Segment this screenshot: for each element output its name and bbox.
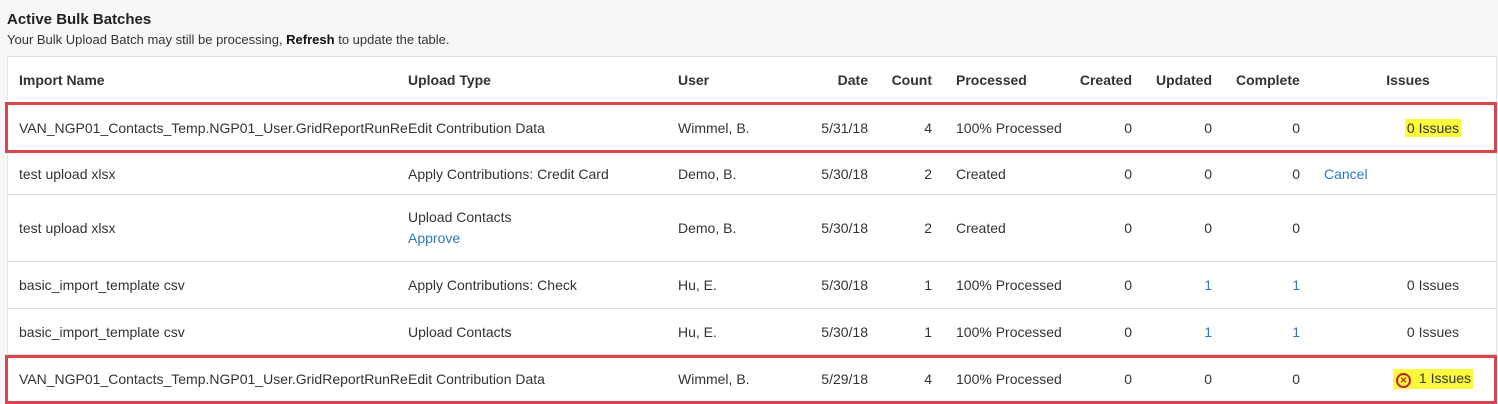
cell-complete[interactable]: 1: [1226, 262, 1300, 308]
cell-import-name: test upload xlsx: [19, 220, 116, 236]
col-issues[interactable]: Issues: [1348, 57, 1468, 103]
issues-text: 0 Issues: [1406, 277, 1460, 293]
col-date[interactable]: Date: [798, 57, 868, 103]
cell-created: 0: [1124, 120, 1132, 136]
col-upload-type[interactable]: Upload Type: [408, 57, 491, 103]
col-created[interactable]: Created: [1058, 57, 1132, 103]
table-row[interactable]: VAN_NGP01_Contacts_Temp.NGP01_User.GridR…: [8, 104, 1496, 153]
cell-user: Wimmel, B.: [678, 120, 750, 136]
cell-count: 2: [924, 165, 932, 182]
cell-user: Hu, E.: [678, 277, 717, 293]
col-updated[interactable]: Updated: [1138, 57, 1212, 103]
cell-import-name: VAN_NGP01_Contacts_Temp.NGP01_User.GridR…: [19, 370, 408, 387]
col-complete[interactable]: Complete: [1236, 57, 1300, 103]
cell-processed: 100% Processed: [956, 370, 1062, 387]
table-row[interactable]: basic_import_template csv Apply Contribut…: [8, 262, 1496, 309]
cell-processed: 100% Processed: [956, 120, 1062, 136]
issues-text: 0 Issues: [1406, 120, 1460, 136]
col-import-name[interactable]: Import Name: [19, 57, 105, 103]
subtitle-text: Your Bulk Upload Batch may still be proc…: [7, 32, 287, 47]
cell-user: Demo, B.: [678, 165, 737, 182]
cell-created: 0: [1124, 323, 1132, 340]
cell-user: Wimmel, B.: [678, 370, 750, 387]
cell-count: 1: [924, 277, 932, 293]
table-row[interactable]: basic_import_template csv Upload Contacts…: [8, 309, 1496, 355]
cell-count: 1: [924, 323, 932, 340]
cell-issues[interactable]: × 1 Issues: [1348, 355, 1498, 402]
subtitle-suffix: to update the table.: [334, 32, 450, 47]
cell-import-name: VAN_NGP01_Contacts_Temp.NGP01_User.GridR…: [19, 120, 408, 136]
cell-updated[interactable]: 1: [1138, 262, 1212, 308]
error-circle-x-icon: ×: [1395, 372, 1411, 388]
table-row[interactable]: VAN_NGP01_Contacts_Temp.NGP01_User.GridR…: [8, 355, 1496, 402]
cell-updated: 0: [1204, 165, 1212, 182]
cell-import-name: basic_import_template csv: [19, 323, 185, 340]
cell-processed: Created: [956, 165, 1006, 182]
refresh-label: Refresh: [286, 32, 335, 47]
cell-count: 2: [924, 220, 932, 236]
upload-type-text: Upload Contacts: [408, 209, 512, 225]
cell-created: 0: [1124, 165, 1132, 182]
col-count[interactable]: Count: [878, 57, 932, 103]
cell-count: 4: [924, 120, 932, 136]
cell-complete[interactable]: 1: [1226, 309, 1300, 354]
cell-updated: 0: [1204, 120, 1212, 136]
cell-date: 5/30/18: [821, 323, 868, 340]
issues-badge[interactable]: 0 Issues: [1404, 119, 1462, 137]
cell-user: Demo, B.: [678, 220, 737, 236]
issues-badge[interactable]: 0 Issues: [1407, 324, 1459, 340]
cell-upload-type: Edit Contribution Data: [408, 120, 545, 136]
cancel-link[interactable]: Cancel: [1324, 153, 1368, 194]
cell-updated[interactable]: 1: [1138, 309, 1212, 354]
cell-updated: 0: [1204, 370, 1212, 387]
cell-date: 5/31/18: [821, 120, 868, 136]
cell-processed: 100% Processed: [956, 323, 1062, 340]
cell-count: 4: [924, 370, 932, 387]
page-title: Active Bulk Batches: [7, 11, 152, 28]
issues-badge[interactable]: × 1 Issues: [1392, 368, 1474, 389]
cell-complete: 0: [1292, 370, 1300, 387]
cell-issues[interactable]: 0 Issues: [1348, 104, 1498, 152]
cell-date: 5/30/18: [821, 165, 868, 182]
issues-badge[interactable]: 0 Issues: [1407, 277, 1459, 293]
cell-processed: 100% Processed: [956, 277, 1062, 293]
cell-complete: 0: [1292, 165, 1300, 182]
page-subtitle: Your Bulk Upload Batch may still be proc…: [7, 32, 1492, 48]
cell-user: Hu, E.: [678, 323, 717, 340]
cell-import-name: basic_import_template csv: [19, 277, 185, 293]
issues-text: 0 Issues: [1406, 323, 1460, 340]
page-header: Active Bulk Batches Your Bulk Upload Bat…: [0, 0, 1498, 48]
cell-processed: Created: [956, 220, 1006, 236]
cell-issues[interactable]: 0 Issues: [1348, 262, 1498, 308]
cell-created: 0: [1124, 220, 1132, 236]
table-row[interactable]: test upload xlsx Upload Contacts Approve De…: [8, 195, 1496, 262]
cell-date: 5/30/18: [821, 277, 868, 293]
cell-upload-type: Apply Contributions: Credit Card: [408, 165, 609, 182]
col-processed[interactable]: Processed: [956, 57, 1027, 103]
table-row[interactable]: test upload xlsx Apply Contributions: Cre…: [8, 153, 1496, 195]
approve-link[interactable]: Approve: [408, 228, 460, 249]
cell-upload-type: Apply Contributions: Check: [408, 277, 577, 293]
cell-upload-type: Edit Contribution Data: [408, 370, 545, 387]
cell-issues[interactable]: 0 Issues: [1348, 309, 1498, 354]
cell-complete: 0: [1292, 120, 1300, 136]
table-header-row: Import Name Upload Type User Date Count …: [8, 57, 1496, 104]
cell-upload-type: Upload Contacts: [408, 323, 512, 340]
issues-text: 1 Issues: [1418, 369, 1472, 386]
batches-table: Import Name Upload Type User Date Count …: [5, 56, 1497, 404]
cell-date: 5/30/18: [821, 220, 868, 236]
col-user[interactable]: User: [678, 57, 709, 103]
cell-upload-type: Upload Contacts Approve: [408, 195, 512, 261]
cell-updated: 0: [1204, 220, 1212, 236]
cell-complete: 0: [1292, 220, 1300, 236]
cell-created: 0: [1124, 277, 1132, 293]
cell-date: 5/29/18: [821, 370, 868, 387]
cell-created: 0: [1124, 370, 1132, 387]
cell-import-name: test upload xlsx: [19, 165, 116, 182]
